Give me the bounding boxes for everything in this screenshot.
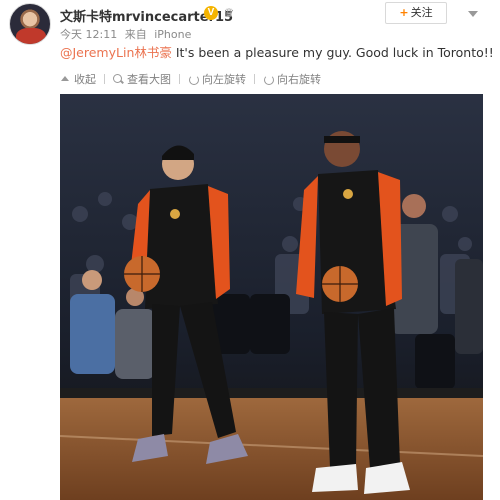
rotate-left-icon bbox=[188, 74, 199, 85]
post-photo[interactable] bbox=[60, 94, 483, 500]
view-large-label: 查看大图 bbox=[127, 73, 171, 86]
rotate-left-label: 向左旋转 bbox=[202, 73, 246, 86]
post-source: iPhone bbox=[154, 28, 192, 41]
image-toolbar: 收起 查看大图 向左旋转 向右旋转 bbox=[60, 72, 321, 86]
toolbar-divider bbox=[179, 74, 180, 84]
post-text: @JeremyLin林书豪 It's been a pleasure my gu… bbox=[60, 42, 494, 61]
user-mention-link[interactable]: @JeremyLin林书豪 bbox=[60, 45, 172, 60]
post-meta: 今天 12:11 来自 iPhone bbox=[60, 26, 195, 42]
rotate-right-button[interactable]: 向右旋转 bbox=[263, 71, 321, 87]
basketball-photo bbox=[60, 94, 483, 500]
zoom-icon bbox=[113, 73, 124, 85]
post-time[interactable]: 今天 12:11 bbox=[60, 28, 117, 41]
verified-badge-icon: V bbox=[204, 6, 218, 20]
follow-label: 关注 bbox=[410, 6, 433, 19]
view-large-button[interactable]: 查看大图 bbox=[113, 71, 171, 87]
court-edge bbox=[60, 388, 483, 398]
plus-icon: + bbox=[399, 6, 409, 19]
rotate-right-label: 向右旋转 bbox=[277, 73, 321, 86]
source-prefix: 来自 bbox=[124, 28, 147, 41]
vip-crown-icon: ♛ bbox=[223, 6, 235, 20]
post-body: It's been a pleasure my guy. Good luck i… bbox=[171, 45, 494, 60]
toolbar-divider bbox=[254, 74, 255, 84]
rotate-right-icon bbox=[263, 74, 274, 85]
follow-button[interactable]: + 关注 bbox=[385, 2, 447, 24]
chevron-down-icon[interactable] bbox=[466, 8, 480, 20]
collapse-button[interactable]: 收起 bbox=[60, 71, 96, 87]
collapse-icon bbox=[60, 74, 71, 85]
rotate-left-button[interactable]: 向左旋转 bbox=[188, 71, 246, 87]
user-avatar[interactable] bbox=[9, 3, 51, 45]
collapse-label: 收起 bbox=[74, 73, 96, 86]
toolbar-divider bbox=[104, 74, 105, 84]
weibo-post: 文斯卡特mrvincecarter15 V ♛ 今天 12:11 来自 iPho… bbox=[0, 0, 500, 500]
